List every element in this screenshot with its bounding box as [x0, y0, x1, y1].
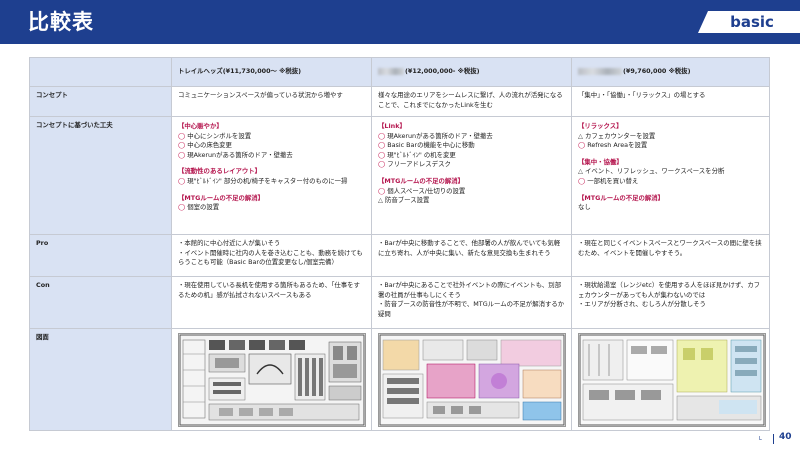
table-row-floorplan: 図面 [29, 328, 770, 431]
table-header-row: トレイルヘッズ(¥11,730,000〜 ※税抜) (¥12,000,000- … [29, 57, 770, 87]
features-cell: 【Link】 ◯ 現Akerunがある箇所のドア・壁撤去 ◯ Basic Bar… [371, 116, 572, 235]
concept-cell: 「集中」・「協働」・「リラックス」の場とする [571, 86, 770, 117]
column-header-label: (¥12,000,000- ※税抜) [405, 67, 480, 76]
pro-point: ・現在と同じくイベントスペースとワークスペースの間に壁を挟むため、イベントを開催… [578, 239, 762, 257]
feature-section-title: 【MTGルームの不足の解消】 [378, 176, 465, 185]
table-row-con: Con ・現在使用している長机を使用する箇所もあるため、「仕事をするための机」感… [29, 276, 770, 329]
floorplan-cell [571, 328, 770, 431]
con-point: ・現在使用している長机を使用する箇所もあるため、「仕事をするための机」感が払拭さ… [178, 281, 360, 299]
con-cell: ・現在使用している長机を使用する箇所もあるため、「仕事をするための机」感が払拭さ… [171, 276, 372, 329]
features-cell: 【中心賑やか】 ◯ 中心にシンボルを設置 ◯ 中心の床色変更 ◯ 現Akerun… [171, 116, 372, 235]
page-number: 40 [779, 432, 792, 442]
pro-cell: ・Barが中央に移動することで、他部署の人が飲んでいても気軽に立ち寄れ、人が中央… [371, 234, 572, 277]
pro-point: ・Barが中央に移動することで、他部署の人が飲んでいても気軽に立ち寄れ、人が中央… [378, 239, 561, 257]
pro-point: ・イベント開催時に社内の人を巻き込むことも、動務を続けてもらうことも可能（Bas… [178, 248, 363, 267]
list-item: △ カフェカウンターを設置 [578, 131, 656, 140]
row-label-con: Con [29, 276, 172, 329]
redacted-vendor-name [378, 67, 404, 75]
floorplan-cell [371, 328, 572, 431]
column-header-trailheads: トレイルヘッズ(¥11,730,000〜 ※税抜) [171, 57, 372, 87]
con-point: ・現状給湯室（レンジetc）を使用する人をほぼ見かけず、カフェカウンターがあって… [578, 281, 761, 299]
plan-tag-badge: basic [698, 11, 800, 33]
concept-cell: コミュニケーションスペースが偏っている状況から増やす [171, 86, 372, 117]
list-item: ◯ 中心にシンボルを設置 [178, 131, 252, 140]
feature-section-title: 【集中・協働】 [578, 157, 623, 166]
feature-section-title: 【MTGルームの不足の解消】 [178, 193, 265, 202]
floorplan-image-trailheads [178, 333, 366, 427]
con-point: ・Barが中央にあることで社外イベントの際にイベントも、別部署の社員が仕事もしに… [378, 281, 562, 299]
feature-section-title: 【中心賑やか】 [178, 122, 223, 130]
list-item: ◯ 現"ﾋﾞﾙﾄﾞｲﾝ" の机を変更 [378, 150, 456, 159]
pro-cell: ・本館的に中心付近に人が集いそう ・イベント開催時に社内の人を巻き込むことも、動… [171, 234, 372, 277]
row-label-concept: コンセプト [29, 86, 172, 117]
list-item: なし [578, 203, 591, 212]
feature-section-title: 【Link】 [378, 122, 406, 130]
column-header-label: (¥9,760,000 ※税抜) [623, 67, 691, 76]
con-point: ・エリアが分断され、むしろ人が分散しそう [578, 300, 706, 309]
floorplan-image-vendor-c [578, 333, 766, 427]
floorplan-image-vendor-b [378, 333, 566, 427]
list-item: ◯ Basic Barの機能を中心に移動 [378, 141, 475, 150]
column-header-label: トレイルヘッズ(¥11,730,000〜 ※税抜) [178, 67, 302, 76]
redacted-vendor-name [578, 67, 622, 75]
list-item: ◯ 現"ﾋﾞﾙﾄﾞｲﾝ" 部分の机/椅子をキャスター付のものに一掃 [178, 176, 348, 185]
company-logo: L [759, 436, 762, 442]
list-item: ◯ 一部机を買い替え [578, 176, 639, 185]
list-item: △ イベント、リフレッシュ、ワークスペースを分断 [578, 167, 725, 176]
row-label-features: コンセプトに基づいた工夫 [29, 116, 172, 235]
con-point: ・防音ブースの防音性が不明で、MTGルームの不足が解消するか疑問 [378, 300, 565, 318]
list-item: △ 防音ブース設置 [378, 196, 430, 205]
con-cell: ・Barが中央にあることで社外イベントの際にイベントも、別部署の社員が仕事もしに… [371, 276, 572, 329]
list-item: ◯ 現Akerunがある箇所のドア・壁撤去 [378, 131, 493, 140]
list-item: ◯ Refresh Areaを設置 [578, 141, 648, 150]
table-row-concept: コンセプト コミュニケーションスペースが偏っている状況から増やす 様々な用途のエ… [29, 86, 770, 117]
header-bar: 比較表 basic [0, 0, 800, 44]
row-label-pro: Pro [29, 234, 172, 277]
features-cell: 【リラックス】 △ カフェカウンターを設置 ◯ Refresh Areaを設置 … [571, 116, 770, 235]
column-header-vendor-b: (¥12,000,000- ※税抜) [371, 57, 572, 87]
column-header-vendor-c: (¥9,760,000 ※税抜) [571, 57, 770, 87]
concept-cell: 様々な用途のエリアをシームレスに繋げ、人の流れが活発になることで、これまでになか… [371, 86, 572, 117]
feature-section-title: 【リラックス】 [578, 122, 623, 130]
row-label-floorplan: 図面 [29, 328, 172, 431]
floorplan-cell [171, 328, 372, 431]
list-item: ◯ 個人スペース/仕切りの設置 [378, 186, 466, 195]
feature-section-title: 【MTGルームの不足の解消】 [578, 193, 665, 202]
list-item: ◯ 中心の床色変更 [178, 141, 232, 150]
con-cell: ・現状給湯室（レンジetc）を使用する人をほぼ見かけず、カフェカウンターがあって… [571, 276, 770, 329]
list-item: ◯ フリーアドレスデスク [378, 160, 451, 169]
pro-point: ・本館的に中心付近に人が集いそう [178, 239, 281, 247]
list-item: ◯ 現Akerunがある箇所のドア・壁撤去 [178, 150, 293, 159]
header-empty-cell [29, 57, 172, 87]
page-title: 比較表 [28, 10, 94, 34]
table-row-features: コンセプトに基づいた工夫 【中心賑やか】 ◯ 中心にシンボルを設置 ◯ 中心の床… [29, 116, 770, 235]
table-row-pro: Pro ・本館的に中心付近に人が集いそう ・イベント開催時に社内の人を巻き込むこ… [29, 234, 770, 277]
list-item: ◯ 個室の設置 [178, 203, 220, 212]
comparison-table: トレイルヘッズ(¥11,730,000〜 ※税抜) (¥12,000,000- … [29, 57, 770, 431]
pro-cell: ・現在と同じくイベントスペースとワークスペースの間に壁を挟むため、イベントを開催… [571, 234, 770, 277]
feature-section-title: 【流動性のあるレイアウト】 [178, 167, 262, 176]
footer-divider [773, 434, 774, 444]
